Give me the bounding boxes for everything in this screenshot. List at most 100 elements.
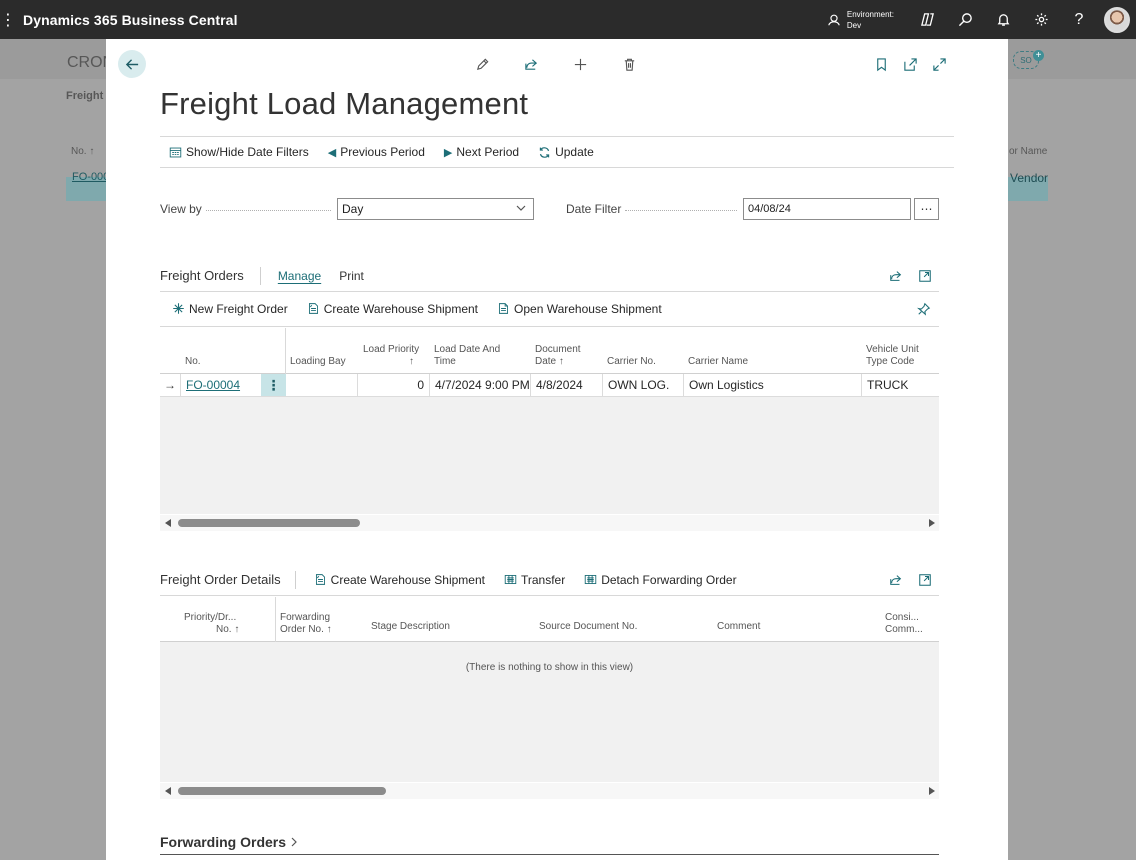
back-button[interactable]	[118, 50, 146, 78]
environment-value: Dev	[846, 20, 862, 30]
triangle-right-icon: ▶	[443, 146, 453, 159]
col-header-loading-bay[interactable]: Loading Bay	[290, 356, 346, 368]
freight-orders-part-header: Freight Orders Manage Print	[160, 260, 939, 292]
sparkle-new-icon	[172, 302, 185, 315]
freight-orders-horizontal-scrollbar[interactable]	[160, 515, 939, 531]
search-icon[interactable]	[946, 0, 984, 39]
background-col-vendor: or Name	[1009, 146, 1048, 157]
expand-icon[interactable]	[925, 53, 954, 75]
detach-forwarding-order-button[interactable]: Detach Forwarding Order	[584, 573, 737, 587]
cell-document-date[interactable]: 4/8/2024	[531, 374, 603, 396]
cell-loading-bay[interactable]	[286, 374, 358, 396]
scrollbar-thumb[interactable]	[178, 787, 386, 795]
add-new-icon[interactable]	[556, 53, 605, 75]
expand-part-icon[interactable]	[910, 269, 939, 283]
new-freight-order-button[interactable]: New Freight Order	[172, 302, 288, 316]
pin-icon[interactable]	[916, 302, 931, 319]
col-header-load-priority[interactable]: Load Priority	[363, 344, 419, 356]
date-filter-input[interactable]: 04/08/24	[743, 198, 911, 220]
tab-print[interactable]: Print	[339, 269, 364, 283]
details-create-warehouse-shipment-button[interactable]: Create Warehouse Shipment	[314, 573, 485, 587]
open-warehouse-shipment-label: Open Warehouse Shipment	[514, 301, 662, 316]
expand-part-icon[interactable]	[910, 573, 939, 587]
freight-orders-grid-empty-area	[160, 397, 939, 514]
notifications-bell-icon[interactable]	[984, 0, 1022, 39]
transfer-button[interactable]: Transfer	[504, 573, 565, 587]
scroll-left-arrow-icon[interactable]	[165, 519, 171, 527]
col-header-source-document[interactable]: Source Document No.	[539, 621, 637, 633]
freight-orders-action-bar: New Freight Order Create Warehouse Shipm…	[160, 291, 939, 327]
column-divider	[285, 328, 286, 374]
cell-vehicle-unit-type[interactable]: TRUCK	[862, 374, 939, 396]
forwarding-orders-title: Forwarding Orders	[160, 834, 287, 850]
update-button[interactable]: Update	[538, 145, 594, 159]
col-header-carrier-name[interactable]: Carrier Name	[688, 356, 748, 368]
app-title[interactable]: Dynamics 365 Business Central	[23, 12, 238, 28]
col-header-consignee[interactable]: Consi...	[885, 612, 919, 624]
bookmark-icon[interactable]	[867, 53, 896, 75]
app-bar: ⋮ Dynamics 365 Business Central Environm…	[0, 0, 1136, 39]
scroll-right-arrow-icon[interactable]	[929, 787, 935, 795]
col-header-document-date-line2: Date ↑	[535, 356, 564, 367]
cell-load-priority[interactable]: 0	[358, 374, 430, 396]
cell-no-link[interactable]: FO-00004	[181, 374, 261, 396]
col-header-no[interactable]: No.	[185, 356, 201, 368]
app-bar-actions: Environment: Dev ?	[827, 0, 1136, 39]
empty-grid-message: (There is nothing to show in this view)	[465, 662, 634, 673]
cell-carrier-name[interactable]: Own Logistics	[684, 374, 862, 396]
scrollbar-thumb[interactable]	[178, 519, 360, 527]
table-row[interactable]: → FO-00004 ⋮ 0 4/7/2024 9:00 PM 4/8/2024…	[160, 374, 939, 397]
delete-trash-icon[interactable]	[605, 53, 654, 75]
details-grid-empty-area: (There is nothing to show in this view)	[160, 642, 939, 782]
open-new-window-icon[interactable]	[896, 53, 925, 75]
tab-manage[interactable]: Manage	[278, 269, 321, 283]
col-header-load-date-line2: Time	[434, 356, 456, 367]
environment-label: Environment:	[846, 9, 894, 19]
date-filter-leader-dots	[625, 210, 737, 211]
part-separator	[259, 266, 261, 285]
details-create-warehouse-shipment-label: Create Warehouse Shipment	[330, 572, 485, 587]
scroll-right-arrow-icon[interactable]	[929, 519, 935, 527]
col-header-load-date[interactable]: Load Date And	[434, 344, 500, 356]
col-header-priority[interactable]: Priority/Dr...	[184, 612, 236, 624]
col-header-forwarding-order-line2: Order No. ↑	[280, 624, 332, 635]
col-header-document-date[interactable]: Document	[535, 344, 581, 356]
previous-period-button[interactable]: ◀ Previous Period	[328, 145, 425, 159]
warehouse-shipment-icon	[314, 573, 327, 586]
share-icon[interactable]	[881, 573, 910, 587]
copilot-icon[interactable]	[908, 0, 946, 39]
cell-carrier-no[interactable]: OWN LOG.	[603, 374, 684, 396]
detach-grid-icon	[584, 573, 597, 586]
freight-orders-title[interactable]: Freight Orders	[160, 268, 244, 283]
date-filter-lookup-button[interactable]: ⋯	[914, 198, 939, 220]
edit-pencil-icon[interactable]	[458, 53, 507, 75]
share-icon[interactable]	[507, 53, 556, 75]
col-header-carrier-no[interactable]: Carrier No.	[607, 356, 656, 368]
col-header-comment[interactable]: Comment	[717, 621, 760, 633]
previous-period-label: Previous Period	[340, 145, 425, 159]
freight-order-details-title[interactable]: Freight Order Details	[160, 572, 281, 587]
view-by-select[interactable]: Day	[337, 198, 534, 220]
settings-gear-icon[interactable]	[1022, 0, 1060, 39]
environment-indicator[interactable]: Environment: Dev	[827, 9, 894, 31]
open-warehouse-shipment-button[interactable]: Open Warehouse Shipment	[497, 302, 662, 316]
forwarding-orders-part-title[interactable]: Forwarding Orders	[160, 834, 299, 850]
col-header-forwarding-order[interactable]: Forwarding	[280, 612, 330, 624]
col-header-vehicle-unit[interactable]: Vehicle Unit	[866, 344, 919, 356]
forwarding-orders-divider	[160, 854, 939, 855]
help-icon[interactable]: ?	[1060, 0, 1098, 39]
background-col-no: No. ↑	[71, 146, 95, 157]
waffle-menu-icon[interactable]: ⋮	[0, 10, 16, 30]
col-header-stage-description[interactable]: Stage Description	[371, 621, 450, 633]
show-hide-date-filters-button[interactable]: Show/Hide Date Filters	[169, 145, 309, 159]
share-icon[interactable]	[881, 269, 910, 283]
calendar-filter-icon	[169, 146, 182, 159]
details-horizontal-scrollbar[interactable]	[160, 783, 939, 799]
next-period-button[interactable]: ▶ Next Period	[444, 145, 519, 159]
create-warehouse-shipment-button[interactable]: Create Warehouse Shipment	[307, 302, 478, 316]
cell-load-date-time[interactable]: 4/7/2024 9:00 PM	[430, 374, 531, 396]
row-actions-menu-icon[interactable]: ⋮	[261, 374, 286, 396]
create-warehouse-shipment-label: Create Warehouse Shipment	[323, 301, 479, 316]
scroll-left-arrow-icon[interactable]	[165, 787, 171, 795]
user-avatar[interactable]	[1104, 6, 1130, 33]
